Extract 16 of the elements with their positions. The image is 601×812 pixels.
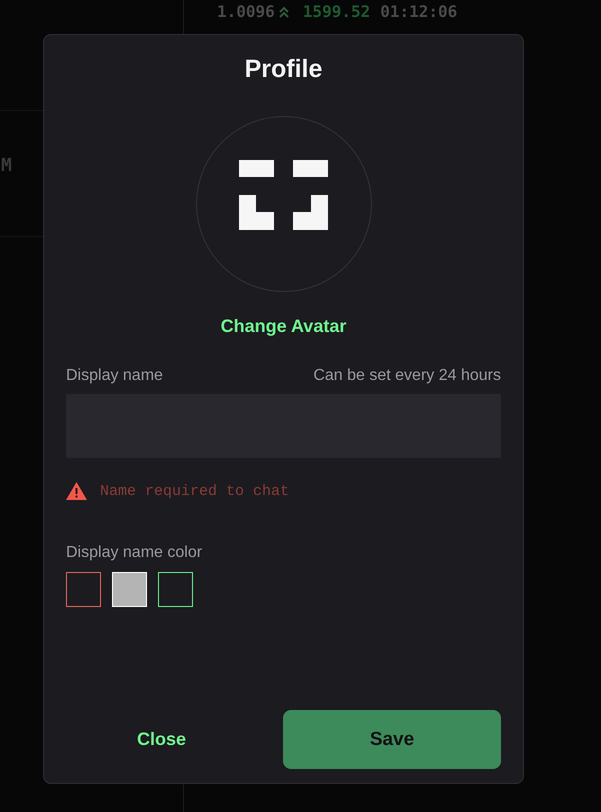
close-button[interactable]: Close <box>66 710 257 769</box>
ticker-value: 1599.52 <box>302 2 370 21</box>
save-button[interactable]: Save <box>283 710 501 769</box>
color-swatch[interactable] <box>66 572 101 607</box>
avatar-circle[interactable] <box>196 116 372 292</box>
dialog-title: Profile <box>244 55 322 85</box>
field-hint: Can be set every 24 hours <box>313 367 501 385</box>
avatar-placeholder-icon <box>238 160 328 230</box>
double-chevron-up-icon <box>278 6 289 18</box>
error-message: Name required to chat <box>100 482 290 500</box>
field-label: Display name <box>66 367 163 385</box>
ticker-price: 1.0096 <box>217 2 275 21</box>
ticker-time: 01:12:06 <box>380 2 458 21</box>
field-label: Display name color <box>66 544 202 562</box>
change-avatar-link[interactable]: Change Avatar <box>216 312 350 341</box>
warning-icon <box>66 482 87 500</box>
